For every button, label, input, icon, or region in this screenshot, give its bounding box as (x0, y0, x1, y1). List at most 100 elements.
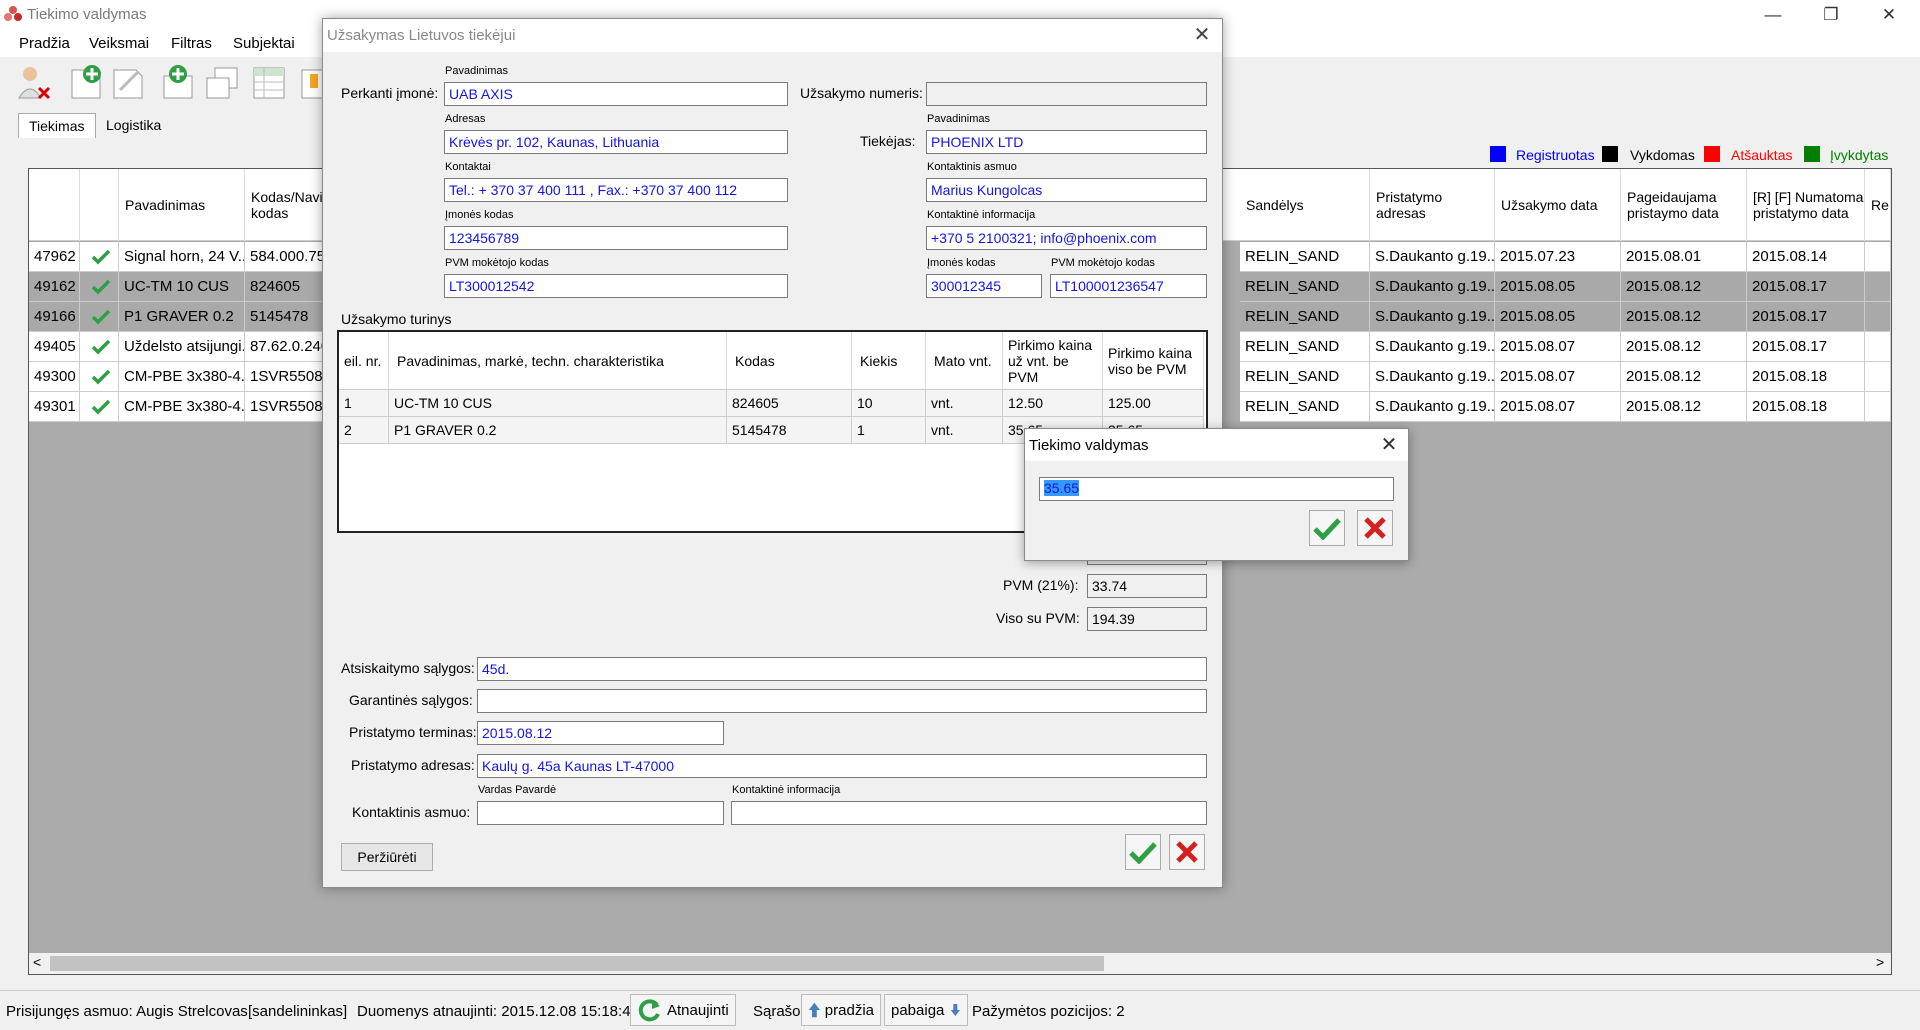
row-code[interactable]: 584.000.75 (245, 242, 323, 272)
edit-dialog-close-button[interactable]: ✕ (1376, 433, 1402, 457)
items-header-unit-price[interactable]: Pirkimo kaina už vnt. be PVM (1003, 332, 1103, 390)
refresh-button[interactable]: Atnaujinti (630, 994, 736, 1026)
item-unit[interactable]: vnt. (926, 390, 1003, 417)
item-code[interactable]: 824605 (727, 390, 852, 417)
row-wanted-date[interactable]: 2015.08.12 (1621, 272, 1747, 302)
item-quantity[interactable]: 1 (852, 417, 926, 444)
scrollbar-thumb[interactable] (50, 956, 1104, 971)
grid-header-planned-date[interactable]: [R] [F] Numatoma pristatymo data (1747, 169, 1865, 241)
row-id[interactable]: 49162 (29, 272, 80, 302)
minimize-button[interactable]: — (1750, 0, 1796, 30)
row-warehouse[interactable]: RELIN_SAND (1240, 242, 1370, 272)
scroll-left-icon[interactable]: < (33, 954, 41, 970)
row-extra[interactable] (1865, 362, 1891, 392)
edit-confirm-button[interactable] (1309, 510, 1345, 546)
copy-icon[interactable] (203, 62, 241, 102)
item-name[interactable]: UC-TM 10 CUS (389, 390, 727, 417)
row-code[interactable]: 1SVR55088 (245, 362, 323, 392)
warranty-field[interactable] (477, 689, 1207, 713)
delivery-term-field[interactable]: 2015.08.12 (477, 721, 724, 745)
row-check[interactable] (80, 242, 119, 272)
row-extra[interactable] (1865, 242, 1891, 272)
item-unit-price[interactable]: 12.50 (1003, 390, 1103, 417)
cancel-order-button[interactable] (1169, 834, 1205, 870)
add-item-icon[interactable] (160, 62, 198, 102)
row-planned-date[interactable]: 2015.08.14 (1747, 242, 1865, 272)
row-warehouse[interactable]: RELIN_SAND (1240, 272, 1370, 302)
buyer-address-field[interactable]: Krėvės pr. 102, Kaunas, Lithuania (444, 130, 788, 154)
row-order-date[interactable]: 2015.08.07 (1495, 392, 1621, 422)
item-nr[interactable]: 1 (339, 390, 389, 417)
items-header-quantity[interactable]: Kiekis (852, 332, 926, 390)
row-planned-date[interactable]: 2015.08.17 (1747, 302, 1865, 332)
close-window-button[interactable]: ✕ (1866, 0, 1912, 30)
item-nr[interactable]: 2 (339, 417, 389, 444)
row-extra[interactable] (1865, 392, 1891, 422)
list-end-button[interactable]: pabaiga (884, 994, 968, 1026)
row-warehouse[interactable]: RELIN_SAND (1240, 362, 1370, 392)
row-check[interactable] (80, 272, 119, 302)
items-header-code[interactable]: Kodas (727, 332, 852, 390)
item-name[interactable]: P1 GRAVER 0.2 (389, 417, 727, 444)
row-address[interactable]: S.Daukanto g.19... (1370, 362, 1495, 392)
row-order-date[interactable]: 2015.08.05 (1495, 272, 1621, 302)
remove-user-icon[interactable] (14, 62, 52, 102)
row-planned-date[interactable]: 2015.08.18 (1747, 362, 1865, 392)
table-icon[interactable] (250, 62, 288, 102)
row-name[interactable]: P1 GRAVER 0.2 (119, 302, 245, 332)
item-unit[interactable]: vnt. (926, 417, 1003, 444)
menu-pradzia[interactable]: Pradžia (19, 35, 70, 52)
grid-header-delivery-address[interactable]: Pristatymo adresas (1370, 169, 1495, 241)
row-check[interactable] (80, 332, 119, 362)
buyer-contacts-field[interactable]: Tel.: + 370 37 400 111 , Fax.: +370 37 4… (444, 178, 788, 202)
list-start-button[interactable]: pradžia (801, 994, 881, 1026)
edit-cancel-button[interactable] (1357, 510, 1393, 546)
row-code[interactable]: 824605 (245, 272, 323, 302)
items-header-name[interactable]: Pavadinimas, markė, techn. charakteristi… (389, 332, 727, 390)
item-quantity[interactable]: 10 (852, 390, 926, 417)
supplier-contact-info-field[interactable]: +370 5 2100321; info@phoenix.com (926, 226, 1207, 250)
row-code[interactable]: 5145478 (245, 302, 323, 332)
grid-header-order-date[interactable]: Užsakymo data (1495, 169, 1621, 241)
confirm-order-button[interactable] (1125, 834, 1161, 870)
supplier-name-field[interactable]: PHOENIX LTD (926, 130, 1207, 154)
grid-header-wanted-date[interactable]: Pageidaujama pristaymo data (1621, 169, 1747, 241)
row-warehouse[interactable]: RELIN_SAND (1240, 302, 1370, 332)
edit-document-icon[interactable] (110, 62, 148, 102)
buyer-vat-code-field[interactable]: LT300012542 (444, 274, 788, 298)
add-document-icon[interactable] (68, 62, 106, 102)
item-total-price[interactable]: 125.00 (1103, 390, 1204, 417)
buyer-company-code-field[interactable]: 123456789 (444, 226, 788, 250)
supplier-contact-person-field[interactable]: Marius Kungolcas (926, 178, 1207, 202)
supplier-company-code-field[interactable]: 300012345 (926, 274, 1042, 298)
items-header-unit[interactable]: Mato vnt. (926, 332, 1003, 390)
grid-header-re[interactable]: Re (1865, 169, 1891, 241)
row-id[interactable]: 49166 (29, 302, 80, 332)
row-planned-date[interactable]: 2015.08.17 (1747, 332, 1865, 362)
row-wanted-date[interactable]: 2015.08.12 (1621, 332, 1747, 362)
row-extra[interactable] (1865, 332, 1891, 362)
scroll-right-icon[interactable]: > (1876, 954, 1884, 970)
row-order-date[interactable]: 2015.08.07 (1495, 332, 1621, 362)
row-check[interactable] (80, 302, 119, 332)
row-id[interactable]: 49405 (29, 332, 80, 362)
row-order-date[interactable]: 2015.07.23 (1495, 242, 1621, 272)
row-name[interactable]: Uždelsto atsijungi... (119, 332, 245, 362)
contact-info-field[interactable] (731, 801, 1207, 825)
row-address[interactable]: S.Daukanto g.19... (1370, 332, 1495, 362)
row-wanted-date[interactable]: 2015.08.12 (1621, 362, 1747, 392)
row-check[interactable] (80, 392, 119, 422)
payment-terms-field[interactable]: 45d. (477, 657, 1207, 681)
row-id[interactable]: 47962 (29, 242, 80, 272)
row-planned-date[interactable]: 2015.08.17 (1747, 272, 1865, 302)
grid-header-code[interactable]: Kodas/Navi kodas (245, 169, 323, 241)
row-id[interactable]: 49300 (29, 362, 80, 392)
total-field[interactable]: 194.39 (1087, 607, 1207, 631)
items-header-total-price[interactable]: Pirkimo kaina viso be PVM (1103, 332, 1204, 390)
row-address[interactable]: S.Daukanto g.19... (1370, 302, 1495, 332)
supplier-vat-code-field[interactable]: LT100001236547 (1050, 274, 1207, 298)
row-wanted-date[interactable]: 2015.08.01 (1621, 242, 1747, 272)
order-dialog-close-button[interactable]: ✕ (1187, 23, 1217, 47)
row-order-date[interactable]: 2015.08.07 (1495, 362, 1621, 392)
item-code[interactable]: 5145478 (727, 417, 852, 444)
